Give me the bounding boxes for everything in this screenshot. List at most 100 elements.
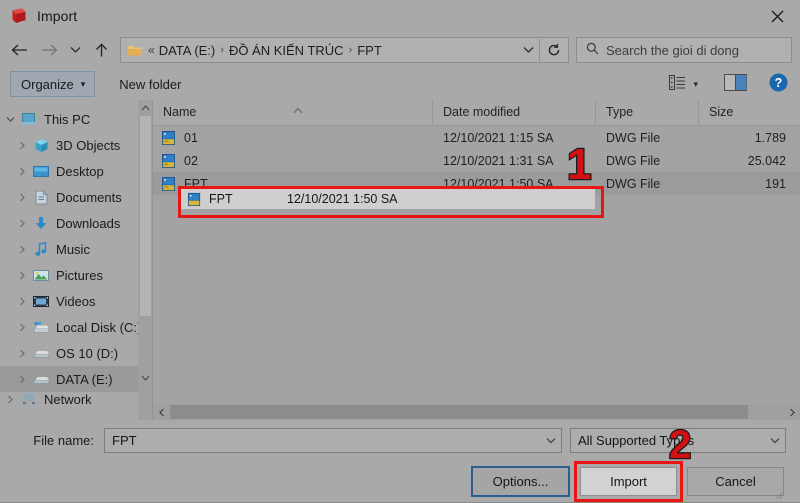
- expand-chevron-right-icon[interactable]: [12, 193, 32, 202]
- column-header-date-modified[interactable]: Date modified: [433, 100, 596, 125]
- scroll-up-arrow-icon[interactable]: [138, 100, 153, 116]
- sidebar-item-data-e[interactable]: DATA (E:): [0, 366, 153, 392]
- close-icon[interactable]: [754, 0, 800, 32]
- breadcrumb-item-project[interactable]: ĐỒ ÁN KIẾN TRÚC: [229, 43, 344, 58]
- file-date-cell: 12/10/2021 1:31 SA: [443, 153, 554, 168]
- expand-chevron-right-icon[interactable]: [12, 219, 32, 228]
- breadcrumb-item-drive[interactable]: DATA (E:): [159, 43, 216, 58]
- breadcrumb-separator-2: ›: [348, 44, 353, 56]
- music-icon: [32, 241, 50, 257]
- expand-chevron-right-icon[interactable]: [12, 167, 32, 176]
- import-button[interactable]: Import: [580, 466, 677, 496]
- expand-chevron-right-icon[interactable]: [12, 323, 32, 332]
- expand-chevron-right-icon[interactable]: [12, 297, 32, 306]
- file-name-cell: 01: [153, 130, 433, 146]
- sidebar-label: 3D Objects: [56, 137, 121, 153]
- sidebar-item-music[interactable]: Music: [0, 236, 153, 262]
- view-options-button[interactable]: ▾: [667, 75, 700, 93]
- horizontal-scrollbar[interactable]: [153, 404, 800, 420]
- table-row[interactable]: 01 12/10/2021 1:15 SA DWG File 1.789: [153, 126, 800, 149]
- column-header-type[interactable]: Type: [596, 100, 699, 125]
- scroll-right-arrow-icon[interactable]: [783, 404, 800, 420]
- up-arrow-icon[interactable]: [86, 36, 116, 64]
- preview-pane-button[interactable]: [724, 74, 747, 94]
- options-button[interactable]: Options...: [471, 465, 570, 497]
- search-input[interactable]: Search the gioi di dong: [576, 37, 792, 63]
- file-type-dropdown[interactable]: All Supported Types: [570, 427, 786, 453]
- breadcrumb-overflow[interactable]: «: [148, 43, 155, 57]
- sidebar-item-videos[interactable]: Videos: [0, 288, 153, 314]
- address-chevron-down-icon[interactable]: [517, 39, 539, 61]
- sort-ascending-icon: [293, 100, 303, 124]
- scroll-down-arrow-icon[interactable]: [138, 370, 153, 386]
- search-icon: [586, 42, 599, 58]
- windows-drive-icon: [32, 319, 50, 335]
- sidebar-item-3d-objects[interactable]: 3D Objects: [0, 132, 153, 158]
- view-chevron-down-icon: ▾: [693, 78, 698, 89]
- refresh-icon[interactable]: [540, 39, 568, 61]
- file-type-cell: DWG File: [606, 176, 661, 191]
- back-arrow-icon[interactable]: [4, 36, 34, 64]
- expand-chevron-right-icon[interactable]: [12, 271, 32, 280]
- sidebar-scroll-thumb[interactable]: [140, 116, 151, 316]
- organize-button[interactable]: Organize ▾: [10, 71, 96, 97]
- breadcrumb: « DATA (E:) › ĐỒ ÁN KIẾN TRÚC › FPT: [148, 43, 382, 58]
- svg-text:?: ?: [775, 76, 783, 90]
- dialog-buttons: Options... Import Cancel: [14, 460, 786, 502]
- cancel-button[interactable]: Cancel: [687, 466, 784, 496]
- new-folder-button[interactable]: New folder: [113, 77, 187, 92]
- downloads-icon: [32, 215, 50, 231]
- sidebar-label: Local Disk (C:): [56, 319, 142, 335]
- sidebar-label: Downloads: [56, 215, 121, 231]
- sidebar-item-documents[interactable]: Documents: [0, 184, 153, 210]
- filename-input[interactable]: FPT: [104, 427, 562, 453]
- sidebar-label: Documents: [56, 189, 122, 205]
- sidebar-label: DATA (E:): [56, 371, 113, 387]
- preview-pane-icon: [724, 74, 747, 94]
- sidebar-item-this-pc[interactable]: This PC: [0, 106, 153, 132]
- help-button[interactable]: ?: [769, 73, 788, 95]
- column-header-size[interactable]: Size: [699, 100, 800, 125]
- file-rows: 01 12/10/2021 1:15 SA DWG File 1.789 02 …: [153, 126, 800, 404]
- file-name-label: FPT: [184, 176, 208, 191]
- forward-arrow-icon[interactable]: [34, 36, 64, 64]
- horizontal-scroll-track[interactable]: [170, 404, 783, 420]
- expand-chevron-right-icon[interactable]: [12, 375, 32, 384]
- sidebar-scrollbar[interactable]: [138, 100, 153, 420]
- scroll-left-arrow-icon[interactable]: [153, 404, 170, 420]
- sidebar-item-local-disk-c[interactable]: Local Disk (C:): [0, 314, 153, 340]
- column-header-name-label: Name: [163, 105, 197, 119]
- resize-grip-icon[interactable]: [771, 488, 783, 500]
- filename-row: File name: FPT All Supported Types: [14, 420, 786, 460]
- new-folder-label: New folder: [119, 76, 182, 92]
- sidebar-item-os-10-d[interactable]: OS 10 (D:): [0, 340, 153, 366]
- filename-chevron-down-icon[interactable]: [541, 437, 561, 444]
- recent-locations-chevron-down-icon[interactable]: [64, 36, 86, 64]
- table-row[interactable]: FPT 12/10/2021 1:50 SA DWG File 191: [153, 172, 800, 195]
- import-button-label: Import: [610, 473, 647, 489]
- expand-chevron-right-icon[interactable]: [12, 349, 32, 358]
- breadcrumb-item-current[interactable]: FPT: [357, 43, 382, 58]
- address-bar[interactable]: « DATA (E:) › ĐỒ ÁN KIẾN TRÚC › FPT: [120, 37, 569, 63]
- desktop-icon: [32, 163, 50, 179]
- horizontal-scroll-thumb[interactable]: [170, 405, 748, 419]
- cancel-button-label: Cancel: [715, 473, 756, 489]
- sidebar-item-network[interactable]: Network: [0, 392, 153, 406]
- expand-chevron-right-icon[interactable]: [12, 141, 32, 150]
- table-row[interactable]: 02 12/10/2021 1:31 SA DWG File 25.042: [153, 149, 800, 172]
- expand-chevron-down-icon[interactable]: [0, 116, 20, 123]
- file-date-cell: 12/10/2021 1:15 SA: [443, 130, 554, 145]
- folder-icon: [127, 43, 143, 57]
- file-name-label: 01: [184, 130, 198, 145]
- file-type-value: All Supported Types: [578, 432, 695, 448]
- sidebar-item-pictures[interactable]: Pictures: [0, 262, 153, 288]
- column-header-name[interactable]: Name: [153, 100, 433, 125]
- file-type-chevron-down-icon[interactable]: [765, 437, 785, 444]
- view-options-icon: [669, 75, 686, 93]
- dwg-file-icon: [161, 153, 177, 169]
- expand-chevron-right-icon[interactable]: [12, 245, 32, 254]
- sidebar-item-downloads[interactable]: Downloads: [0, 210, 153, 236]
- file-size-cell: 25.042: [747, 153, 786, 168]
- sidebar-item-desktop[interactable]: Desktop: [0, 158, 153, 184]
- expand-chevron-right-icon[interactable]: [0, 395, 20, 404]
